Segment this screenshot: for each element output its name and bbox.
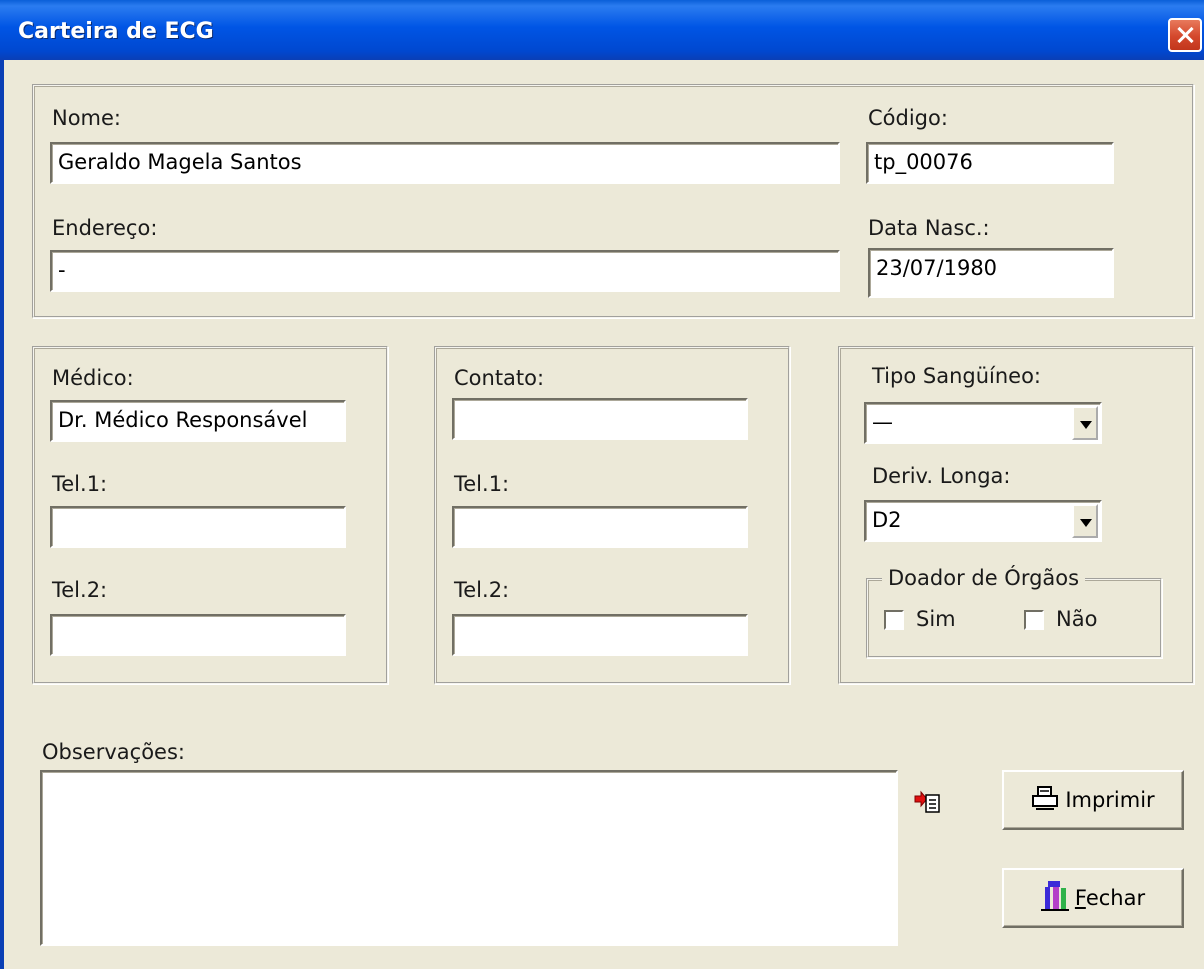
doctor-tel2-label: Tel.2: [52,578,108,602]
close-button-label: Fechar [1074,886,1146,910]
window-title: Carteira de ECG [18,19,214,44]
organ-donor-fieldset [866,578,1162,658]
doctor-tel1-label: Tel.1: [52,472,108,496]
contact-label: Contato: [454,366,545,390]
print-button-label: Imprimir [1065,788,1155,812]
import-notes-icon[interactable] [914,790,942,814]
blood-type-value: — [872,410,893,434]
doctor-tel2-field[interactable] [50,614,346,656]
code-field[interactable]: tp_00076 [866,142,1114,184]
organ-donor-legend: Doador de Órgãos [882,566,1086,590]
name-label: Nome: [52,106,122,130]
doctor-label: Médico: [52,366,134,390]
blood-type-select[interactable]: — [864,402,1102,444]
exit-door-icon [1040,880,1069,917]
title-bar: Carteira de ECG [0,0,1204,60]
notes-label: Observações: [42,740,185,764]
long-lead-value: D2 [872,508,902,532]
contact-tel1-label: Tel.1: [454,472,510,496]
donor-yes-checkbox[interactable] [884,610,904,630]
close-button[interactable]: Fechar [1002,868,1184,928]
address-field[interactable]: - [50,250,840,292]
donor-no-checkbox[interactable] [1024,610,1044,630]
notes-textarea[interactable] [40,770,898,946]
doctor-tel1-field[interactable] [50,506,346,548]
long-lead-label: Deriv. Longa: [872,464,1011,488]
birth-date-label: Data Nasc.: [868,216,990,240]
code-label: Código: [868,106,948,130]
doctor-field[interactable]: Dr. Médico Responsável [50,400,346,442]
contact-tel1-field[interactable] [452,506,748,548]
name-field[interactable]: Geraldo Magela Santos [50,142,840,184]
printer-icon [1031,785,1059,816]
contact-tel2-field[interactable] [452,614,748,656]
donor-yes-label: Sim [916,607,956,631]
contact-field[interactable] [452,398,748,440]
chevron-down-icon[interactable] [1072,504,1098,538]
address-label: Endereço: [52,216,158,240]
blood-type-label: Tipo Sangüíneo: [872,364,1042,388]
window-close-button[interactable] [1168,18,1202,52]
birth-date-field[interactable]: 23/07/1980 [868,248,1114,298]
long-lead-select[interactable]: D2 [864,500,1102,542]
contact-tel2-label: Tel.2: [454,578,510,602]
donor-no-label: Não [1056,607,1098,631]
window-frame [0,60,4,969]
print-button[interactable]: Imprimir [1002,770,1184,830]
chevron-down-icon[interactable] [1072,406,1098,440]
